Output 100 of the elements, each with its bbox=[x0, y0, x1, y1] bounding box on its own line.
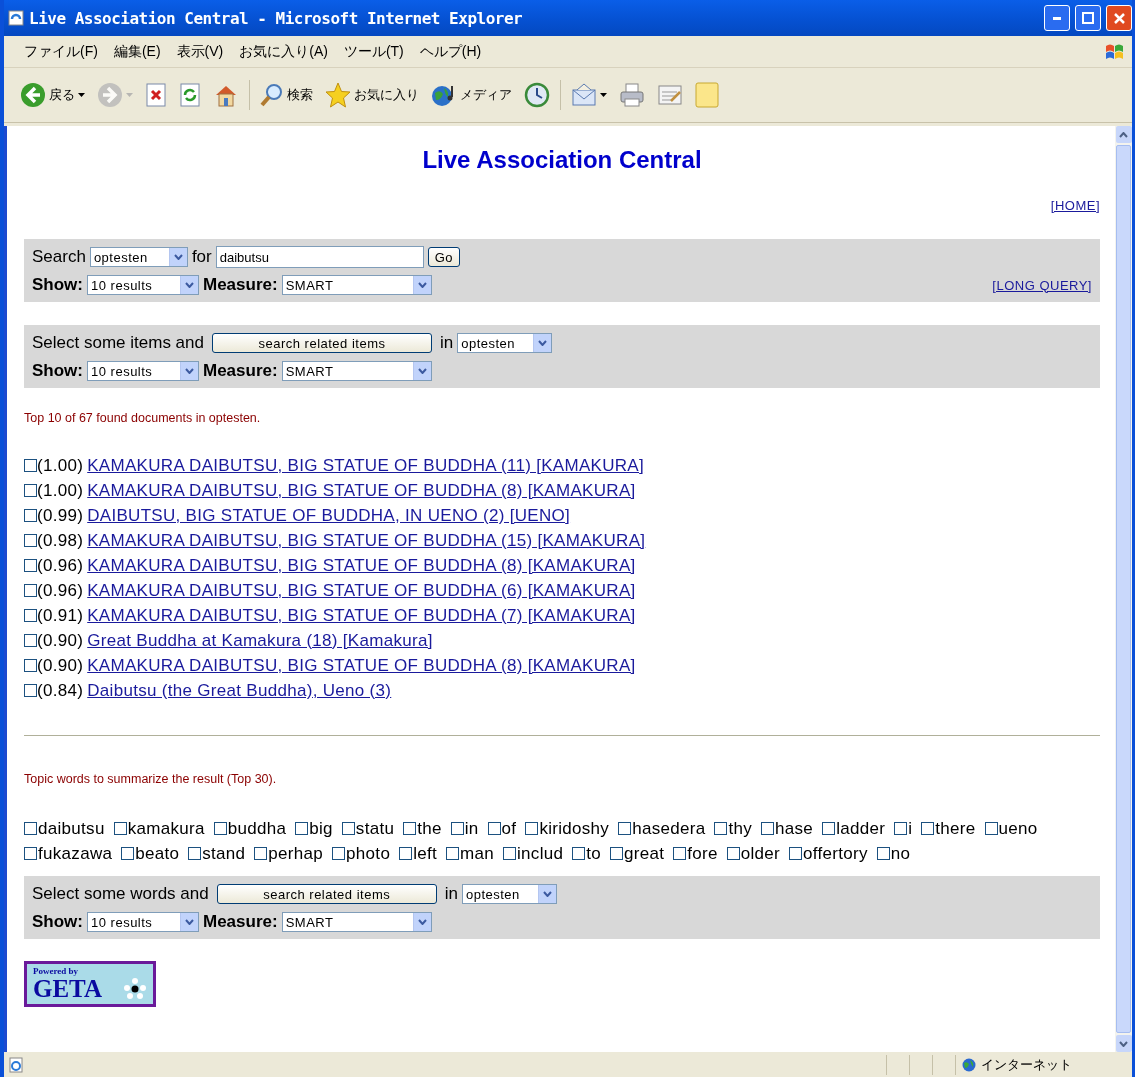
checkbox[interactable] bbox=[295, 822, 309, 835]
powered-by-logo[interactable]: Powered by GETA bbox=[24, 961, 156, 1007]
checkbox[interactable] bbox=[403, 822, 417, 835]
topic-word: older bbox=[740, 843, 781, 864]
minimize-button[interactable] bbox=[1044, 5, 1070, 31]
dropdown[interactable]: 10 results bbox=[87, 275, 199, 295]
checkbox[interactable] bbox=[503, 847, 516, 860]
back-button[interactable]: 戻る bbox=[16, 80, 89, 110]
page-title: Live Association Central bbox=[421, 146, 703, 174]
checkbox[interactable] bbox=[726, 847, 740, 860]
checkbox[interactable] bbox=[254, 847, 268, 860]
search-related-button[interactable]: search related items bbox=[211, 333, 432, 353]
home-link[interactable]: [HOME] bbox=[1050, 198, 1100, 213]
score: (0.90) bbox=[37, 630, 84, 651]
checkbox[interactable] bbox=[921, 822, 935, 835]
checkbox[interactable] bbox=[24, 459, 37, 472]
checkbox[interactable] bbox=[446, 847, 460, 860]
media-button[interactable]: メディア bbox=[427, 81, 516, 109]
dropdown[interactable]: SMART bbox=[281, 275, 432, 295]
score: (0.96) bbox=[37, 555, 84, 576]
topic-word: daibutsu bbox=[38, 818, 105, 839]
checkbox[interactable] bbox=[24, 847, 37, 860]
result-link[interactable]: Daibutsu (the Great Buddha), Ueno (3) bbox=[87, 680, 392, 701]
checkbox[interactable] bbox=[24, 484, 37, 497]
checkbox[interactable] bbox=[525, 822, 539, 835]
topic-summary: Topic words to summarize the result (Top 30). bbox=[24, 772, 278, 788]
checkbox[interactable] bbox=[572, 847, 586, 860]
dropdown[interactable]: optesten bbox=[457, 333, 553, 353]
favorites-button[interactable]: お気に入り bbox=[321, 80, 423, 110]
dropdown[interactable]: 10 results bbox=[87, 361, 199, 381]
vertical-scrollbar[interactable] bbox=[1115, 126, 1132, 1052]
search-button[interactable]: 検索 bbox=[256, 81, 317, 109]
select-label: Select some items and bbox=[32, 333, 204, 353]
result-link[interactable]: KAMAKURA DAIBUTSU, BIG STATUE OF BUDDHA (6) [KAMAKURA] bbox=[87, 580, 636, 601]
topic-word: fukazawa bbox=[38, 843, 113, 864]
checkbox[interactable] bbox=[876, 847, 890, 860]
checkbox[interactable] bbox=[24, 559, 37, 572]
maximize-icon bbox=[1082, 12, 1094, 24]
chevron-down-icon bbox=[538, 340, 548, 346]
menu-item[interactable]: ヘルプ(H) bbox=[411, 42, 490, 61]
long-query-link[interactable]: [LONG QUERY] bbox=[992, 277, 1092, 293]
checkbox[interactable] bbox=[24, 634, 37, 647]
maximize-button[interactable] bbox=[1075, 5, 1101, 31]
result-link[interactable]: KAMAKURA DAIBUTSU, BIG STATUE OF BUDDHA (8) [KAMAKURA] bbox=[87, 480, 636, 501]
checkbox[interactable] bbox=[618, 822, 632, 835]
checkbox[interactable] bbox=[24, 534, 37, 547]
menu-item[interactable]: 表示(V) bbox=[168, 42, 232, 61]
dropdown[interactable]: 10 results bbox=[87, 912, 199, 932]
chevron-down-icon bbox=[417, 368, 427, 374]
checkbox[interactable] bbox=[332, 847, 346, 860]
checkbox[interactable] bbox=[714, 822, 728, 835]
result-link[interactable]: KAMAKURA DAIBUTSU, BIG STATUE OF BUDDHA (8) [KAMAKURA] bbox=[87, 555, 636, 576]
checkbox[interactable] bbox=[789, 847, 803, 860]
in-label: in bbox=[444, 884, 458, 904]
result-link[interactable]: DAIBUTSU, BIG STATUE OF BUDDHA, IN UENO (2) [UENO] bbox=[87, 505, 571, 526]
menu-item[interactable]: お気に入り(A) bbox=[231, 42, 336, 61]
checkbox[interactable] bbox=[610, 847, 623, 860]
checkbox[interactable] bbox=[24, 609, 37, 622]
dropdown[interactable]: SMART bbox=[281, 361, 432, 381]
menu-item[interactable]: 編集(E) bbox=[105, 42, 169, 61]
search-related-button[interactable]: search related items bbox=[216, 884, 437, 904]
menu-item[interactable]: ツール(T) bbox=[335, 42, 412, 61]
checkbox[interactable] bbox=[24, 822, 37, 835]
topic-word: great bbox=[624, 843, 665, 864]
close-button[interactable] bbox=[1106, 5, 1132, 31]
checkbox[interactable] bbox=[761, 822, 775, 835]
query-field[interactable]: daibutsu bbox=[215, 246, 424, 268]
checkbox[interactable] bbox=[24, 659, 37, 672]
result-link[interactable]: KAMAKURA DAIBUTSU, BIG STATUE OF BUDDHA (11) [KAMAKURA] bbox=[87, 455, 645, 476]
result-link[interactable]: KAMAKURA DAIBUTSU, BIG STATUE OF BUDDHA (8) [KAMAKURA] bbox=[87, 655, 636, 676]
result-link[interactable]: KAMAKURA DAIBUTSU, BIG STATUE OF BUDDHA (15) [KAMAKURA] bbox=[87, 530, 646, 551]
result-link[interactable]: KAMAKURA DAIBUTSU, BIG STATUE OF BUDDHA (7) [KAMAKURA] bbox=[87, 605, 636, 626]
checkbox[interactable] bbox=[24, 684, 37, 697]
dropdown[interactable]: optesten bbox=[89, 247, 188, 267]
checkbox[interactable] bbox=[113, 822, 127, 835]
minimize-icon bbox=[1053, 16, 1061, 20]
score: (0.96) bbox=[37, 580, 84, 601]
checkbox[interactable] bbox=[341, 822, 355, 835]
checkbox[interactable] bbox=[894, 822, 908, 835]
menu-item[interactable]: ファイル(F) bbox=[16, 42, 106, 61]
go-button[interactable]: Go bbox=[427, 247, 461, 267]
checkbox[interactable] bbox=[188, 847, 202, 860]
topic-word: kamakura bbox=[127, 818, 205, 839]
result-link[interactable]: Great Buddha at Kamakura (18) [Kamakura] bbox=[87, 630, 433, 651]
checkbox[interactable] bbox=[399, 847, 413, 860]
checkbox[interactable] bbox=[673, 847, 687, 860]
checkbox[interactable] bbox=[24, 509, 37, 522]
checkbox[interactable] bbox=[822, 822, 836, 835]
checkbox[interactable] bbox=[984, 822, 998, 835]
score: (0.84) bbox=[37, 680, 84, 701]
checkbox[interactable] bbox=[450, 822, 464, 835]
dropdown[interactable]: optesten bbox=[461, 884, 557, 904]
topic-word: thy bbox=[728, 818, 753, 839]
checkbox[interactable] bbox=[487, 822, 501, 835]
topic-word: i bbox=[908, 818, 913, 839]
checkbox[interactable] bbox=[121, 847, 135, 860]
checkbox[interactable] bbox=[24, 584, 37, 597]
checkbox[interactable] bbox=[213, 822, 227, 835]
topic-word: includ bbox=[517, 843, 564, 864]
dropdown[interactable]: SMART bbox=[281, 912, 432, 932]
